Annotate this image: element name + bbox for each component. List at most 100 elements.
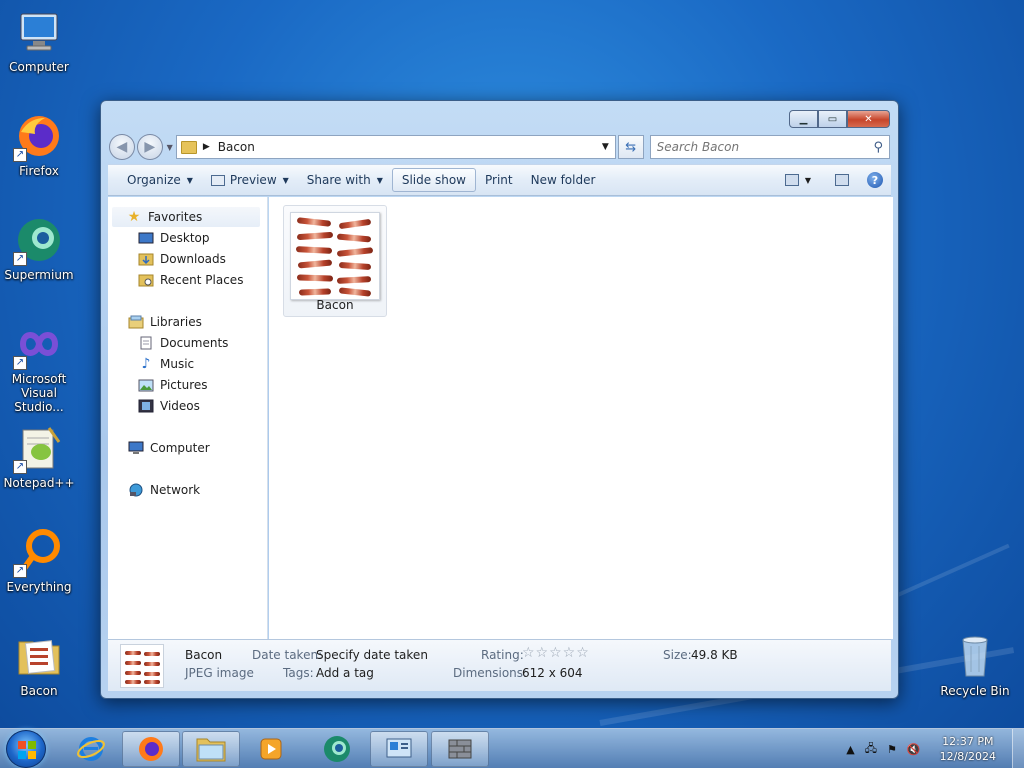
taskbar-media-player[interactable] [242,731,300,767]
desktop-icon-everything[interactable]: ↗ Everything [0,528,78,594]
breadcrumb-separator-icon[interactable]: ▶ [203,142,210,152]
desktop-icon-notepadpp[interactable]: ↗ Notepad++ [0,424,78,490]
taskbar-control-panel[interactable] [370,731,428,767]
chevron-down-icon: ▼ [186,175,193,185]
desktop-icon-visual-studio[interactable]: ↗ Microsoft Visual Studio... [0,320,78,414]
view-controls: ▼ ? [779,172,883,188]
new-folder-button[interactable]: New folder [522,168,605,192]
change-view-icon[interactable] [784,174,799,186]
nav-libraries[interactable]: Libraries [128,312,202,332]
file-list[interactable]: Bacon [269,197,893,639]
visual-studio-icon: ↗ [13,320,63,370]
nav-videos[interactable]: Videos [138,396,200,416]
maximize-button[interactable]: ▭ [818,110,847,128]
taskbar-firefox[interactable] [122,731,180,767]
clock-date: 12/8/2024 [939,750,996,763]
desktop-icon-bacon-folder[interactable]: Bacon [0,632,78,698]
taskbar-internet-explorer[interactable] [62,731,120,767]
address-row: ◀ ▶ ▼ ▶ Bacon ▼ ⇆ ⚲ [109,134,890,160]
show-desktop-button[interactable] [1012,729,1024,768]
desktop-icon-firefox[interactable]: ↗ Firefox [0,112,78,178]
recent-pages-dropdown[interactable]: ▼ [167,143,173,152]
date-taken-value[interactable]: Specify date taken [316,648,428,662]
music-icon: ♪ [141,356,151,372]
internet-explorer-icon [77,737,105,761]
view-options-dropdown[interactable]: ▼ [805,176,811,185]
network-tray-icon[interactable]: 🖧 [865,740,877,759]
volume-muted-icon[interactable]: 🔇 [907,743,921,756]
desktop-icon-computer[interactable]: Computer [0,8,78,74]
close-button[interactable]: ✕ [847,110,890,128]
share-with-button[interactable]: Share with ▼ [298,168,392,192]
nav-music[interactable]: ♪ Music [138,354,195,374]
back-arrow-icon: ◀ [116,139,128,155]
back-button[interactable]: ◀ [109,134,135,160]
shortcut-arrow-icon: ↗ [13,564,27,578]
taskbar-explorer[interactable] [182,731,240,767]
clock[interactable]: 12:37 PM 12/8/2024 [940,734,996,764]
system-tray: ▲ 🖧 ⚑ 🔇 12:37 PM 12/8/2024 [841,729,1024,768]
everything-icon: ↗ [13,528,63,578]
address-bar[interactable]: ▶ Bacon ▼ [175,135,616,159]
control-panel-icon [386,738,412,758]
desktop-icon-recycle-bin[interactable]: Recycle Bin [936,632,1014,698]
downloads-folder-icon [138,252,154,266]
start-button[interactable] [6,730,46,768]
shortcut-arrow-icon: ↗ [13,460,27,474]
firefox-icon [139,737,163,761]
explorer-window[interactable]: ▁ ▭ ✕ ◀ ▶ ▼ ▶ Bacon ▼ ⇆ ⚲ Organize▼ Prev… [100,100,899,699]
navigation-pane: ★ Favorites Desktop Downloads Recent Pla… [108,197,268,639]
command-bar: Organize ▼ Preview ▼ Share with ▼ Slide sho… [108,164,891,196]
libraries-icon [128,315,144,329]
rating-stars[interactable]: ☆☆☆☆☆ [522,645,590,661]
nav-favorites[interactable]: ★ Favorites [112,207,260,227]
nav-desktop[interactable]: Desktop [138,228,210,248]
computer-icon [15,8,63,56]
print-button[interactable]: Print [476,168,522,192]
supermium-icon: ↗ [13,216,63,266]
close-icon: ✕ [864,113,873,125]
star-icon: ★ [127,209,141,225]
preview-icon [210,174,225,186]
file-item[interactable]: Bacon [283,205,387,317]
search-icon[interactable]: ⚲ [873,140,883,155]
tags-value[interactable]: Add a tag [316,666,374,680]
show-hidden-icons-chevron-icon[interactable]: ▲ [846,743,854,756]
help-icon[interactable]: ? [867,172,883,188]
refresh-button[interactable]: ⇆ [617,135,644,159]
nav-recent-places[interactable]: Recent Places [138,270,243,290]
search-box[interactable]: ⚲ [649,135,890,159]
image-thumbnail [290,212,380,300]
nav-downloads[interactable]: Downloads [138,249,226,269]
videos-icon [138,399,154,413]
dimensions-label: Dimensions: [453,666,528,680]
preview-button[interactable]: Preview ▼ [202,168,298,192]
nav-documents[interactable]: Documents [138,333,228,353]
breadcrumb-current[interactable]: Bacon [218,140,255,154]
pictures-icon [138,378,154,392]
slide-show-button[interactable]: Slide show [391,168,476,192]
minimize-button[interactable]: ▁ [789,110,818,128]
desktop-icon [138,231,154,245]
supermium-icon [324,736,350,762]
search-input[interactable] [656,140,857,154]
notepadpp-icon: ↗ [13,424,63,474]
nav-network[interactable]: Network [128,480,200,500]
tags-label: Tags: [283,666,314,680]
details-file-name: Bacon [185,648,223,662]
address-history-dropdown[interactable]: ▼ [602,142,609,152]
action-center-flag-icon[interactable]: ⚑ [887,743,897,756]
minimize-icon: ▁ [799,113,808,125]
taskbar-supermium[interactable] [308,731,366,767]
date-taken-label: Date taken: [252,648,323,662]
preview-pane-icon[interactable] [835,174,849,186]
nav-pictures[interactable]: Pictures [138,375,208,395]
taskbar-firewall[interactable] [431,731,489,767]
forward-button[interactable]: ▶ [136,134,163,160]
nav-computer[interactable]: Computer [128,438,210,458]
folder-icon [15,632,63,680]
desktop-icon-supermium[interactable]: ↗ Supermium [0,216,78,282]
organize-button[interactable]: Organize ▼ [118,168,202,192]
computer-icon [128,441,144,455]
caption-buttons: ▁ ▭ ✕ [789,110,890,128]
